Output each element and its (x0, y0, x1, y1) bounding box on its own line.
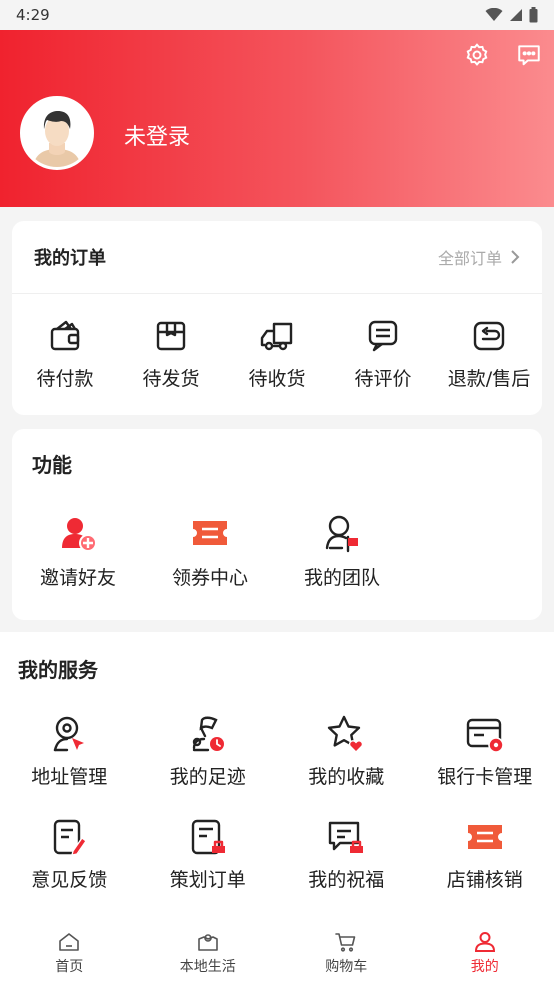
function-label: 我的团队 (303, 567, 380, 589)
order-label: 待付款 (36, 367, 94, 390)
coupon-center-button[interactable]: 领券中心 (144, 513, 276, 590)
function-label: 邀请好友 (39, 567, 116, 589)
tab-cart[interactable]: 购物车 (277, 922, 416, 984)
avatar[interactable] (20, 96, 94, 170)
box-icon (156, 321, 186, 350)
service-label: 店铺核销 (446, 869, 523, 891)
service-label: 策划订单 (169, 869, 246, 891)
signal-icon (510, 9, 522, 21)
my-footprint-button[interactable]: 我的足迹 (139, 714, 278, 789)
my-team-button[interactable]: 我的团队 (276, 513, 408, 590)
feedback-icon (54, 819, 87, 856)
tab-local-life[interactable]: 本地生活 (139, 922, 278, 984)
footprint-icon (192, 716, 224, 752)
bank-card-management-button[interactable]: 银行卡管理 (416, 714, 554, 789)
service-label: 意见反馈 (31, 869, 108, 891)
return-icon (473, 321, 505, 350)
function-label: 领券中心 (171, 567, 248, 589)
order-label: 退款/售后 (447, 367, 531, 390)
tab-label: 首页 (55, 959, 84, 975)
store-verify-icon (467, 825, 502, 849)
blessing-icon (329, 821, 364, 853)
home-icon (59, 933, 80, 951)
team-icon (325, 515, 358, 553)
settings-icon[interactable] (464, 42, 490, 68)
order-pending-shipment[interactable]: 待发货 (118, 318, 224, 391)
wifi-icon (485, 8, 503, 21)
service-label: 地址管理 (31, 766, 108, 788)
all-orders-label: 全部订单 (437, 249, 502, 268)
feedback-button[interactable]: 意见反馈 (0, 817, 139, 892)
profile-icon (474, 932, 495, 952)
all-orders-link[interactable]: 全部订单 (438, 245, 520, 269)
battery-icon (529, 7, 538, 23)
tab-profile[interactable]: 我的 (416, 922, 554, 984)
service-label: 银行卡管理 (437, 766, 533, 788)
order-pending-payment[interactable]: 待付款 (12, 318, 118, 391)
my-favorites-button[interactable]: 我的收藏 (277, 714, 416, 789)
store-verification-button[interactable]: 店铺核销 (416, 817, 554, 892)
my-blessings-button[interactable]: 我的祝福 (277, 817, 416, 892)
chevron-right-icon (511, 250, 520, 264)
cart-icon (335, 933, 356, 952)
order-refund-aftersale[interactable]: 退款/售后 (436, 318, 542, 391)
order-label: 待评价 (354, 367, 412, 390)
my-orders-card: 我的订单 全部订单 待付款 待发货 待收货 待评价 退款/售后 (12, 221, 542, 415)
address-icon (54, 716, 85, 752)
profile-header: 未登录 (0, 30, 554, 207)
order-label: 待收货 (248, 367, 306, 390)
service-label: 我的收藏 (308, 766, 385, 788)
service-label: 我的足迹 (169, 766, 246, 788)
order-pending-receipt[interactable]: 待收货 (224, 318, 330, 391)
tab-label: 我的 (470, 959, 499, 975)
plan-order-button[interactable]: 策划订单 (139, 817, 278, 892)
comment-icon (368, 320, 398, 351)
bottom-tab-bar: 首页 本地生活 购物车 我的 (0, 922, 554, 984)
order-label: 待发货 (142, 367, 200, 390)
invite-user-icon (62, 518, 97, 552)
favorite-star-icon (328, 715, 364, 753)
plan-order-icon (191, 819, 225, 855)
login-prompt[interactable]: 未登录 (124, 119, 190, 151)
invite-friends-button[interactable]: 邀请好友 (12, 513, 144, 590)
message-icon[interactable] (516, 42, 542, 68)
functions-card: 功能 邀请好友 领券中心 我的团队 (12, 429, 542, 620)
functions-title: 功能 (32, 453, 72, 477)
my-services-section: 我的服务 地址管理 我的足迹 我的收藏 银行卡管理 意见反馈 策划订单 我的祝福… (0, 632, 554, 922)
service-label: 我的祝福 (308, 869, 385, 891)
services-title: 我的服务 (18, 658, 98, 682)
bank-card-icon (466, 718, 504, 753)
coupon-icon (193, 521, 227, 545)
local-life-icon (197, 934, 218, 951)
default-avatar-icon (23, 99, 91, 167)
orders-title: 我的订单 (34, 248, 106, 269)
tab-label: 购物车 (325, 959, 368, 975)
truck-icon (260, 322, 293, 350)
status-time: 4:29 (16, 6, 50, 24)
tab-label: 本地生活 (179, 959, 236, 975)
tab-home[interactable]: 首页 (0, 922, 139, 984)
status-bar: 4:29 (0, 0, 554, 30)
address-management-button[interactable]: 地址管理 (0, 714, 139, 789)
wallet-icon (50, 320, 80, 350)
order-pending-review[interactable]: 待评价 (330, 318, 436, 391)
